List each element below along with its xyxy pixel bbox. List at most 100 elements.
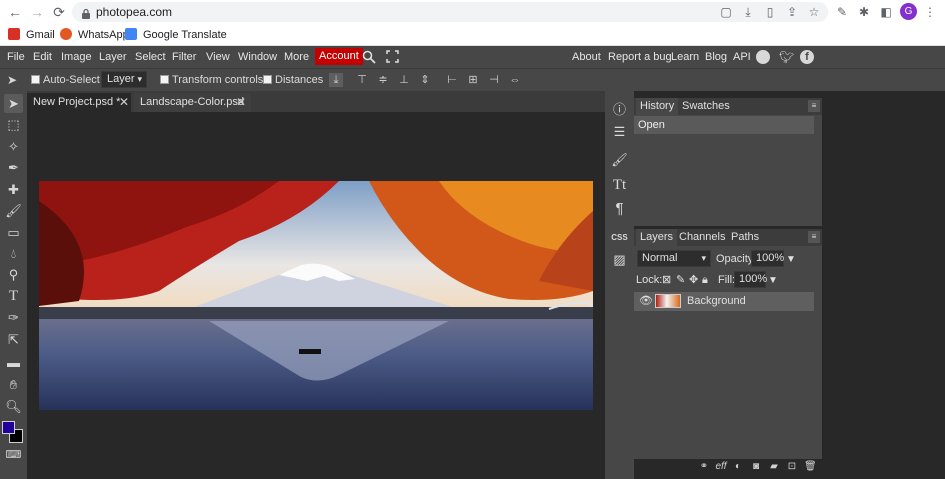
image-icon[interactable]: ▨ [611,251,628,268]
lock-position-icon[interactable]: ✥ [689,274,698,287]
account-button[interactable]: Account [315,48,363,65]
align-top-icon[interactable]: ⊤ [355,73,369,87]
layer-mask-icon[interactable]: ◙ [750,461,762,473]
align-right-icon[interactable]: ⊣ [487,73,501,87]
menu-layer[interactable]: Layer [99,50,127,64]
brush-settings-icon[interactable]: 🖌︎ [611,151,628,168]
link-blog[interactable]: Blog [705,50,727,64]
adjustment-layer-icon[interactable]: ◐ [732,461,744,473]
paragraph-icon[interactable]: ¶ [611,200,628,217]
link-learn[interactable]: Learn [671,50,699,64]
transform-controls-checkbox[interactable] [160,75,169,84]
eyedropper-tool-icon[interactable]: ✒ [4,158,23,177]
menu-edit[interactable]: Edit [33,50,52,64]
keyboard-icon[interactable]: ⌨ [4,446,23,465]
tab-channels[interactable]: Channels [679,231,725,244]
forward-arrow-icon[interactable]: → [28,3,46,21]
align-vcenter-icon[interactable]: ≑ [376,73,390,87]
marquee-tool-icon[interactable]: ⬚ [4,115,23,134]
menu-image[interactable]: Image [61,50,92,64]
menu-file[interactable]: File [7,50,25,64]
lock-all-icon[interactable]: 🔒︎ [702,274,708,287]
align-bottom-icon[interactable]: ⊥ [397,73,411,87]
info-icon[interactable]: ⓘ [611,101,628,118]
layer-select-dropdown[interactable]: Layer ▾ [101,71,147,88]
twitter-icon[interactable]: 🐦︎ [779,50,794,64]
profile-avatar[interactable]: G [900,3,917,20]
blur-tool-icon[interactable]: 💧︎ [4,244,23,263]
path-select-tool-icon[interactable]: ⇱ [4,330,23,349]
bookmark-gmail[interactable]: Gmail [8,27,55,43]
back-arrow-icon[interactable]: ← [6,3,24,21]
search-icon[interactable] [362,50,376,64]
lock-pixels-icon[interactable]: ✎ [676,274,685,287]
new-folder-icon[interactable]: ▰ [768,461,780,473]
share-icon[interactable]: ⇪ [784,4,800,20]
distribute-horizontal-icon[interactable]: ⇔ [508,73,522,87]
zoom-tool-icon[interactable]: 🔍︎ [4,397,23,416]
tab-history[interactable]: History [636,98,679,115]
align-download-icon[interactable]: ⤓ [329,73,343,87]
link-api[interactable]: API [733,50,751,64]
eye-icon[interactable]: 👁︎ [639,295,653,308]
dodge-tool-icon[interactable]: ⚲ [4,265,23,284]
tab-landscape-color[interactable]: Landscape-Color.psd ✕ [134,93,251,112]
shape-tool-icon[interactable]: ▬ [4,353,23,372]
gradient-tool-icon[interactable]: ▭ [4,223,23,242]
hand-tool-icon[interactable]: ✋︎ [4,375,23,394]
extensions-puzzle-icon[interactable]: ✱ [856,4,872,20]
opacity-dropdown-icon[interactable]: ▼ [786,253,796,266]
distances-checkbox[interactable] [263,75,272,84]
auto-select-checkbox[interactable] [31,75,40,84]
tab-layers[interactable]: Layers [636,229,678,246]
align-left-icon[interactable]: ⊢ [445,73,459,87]
type-tool-icon[interactable]: T [4,287,23,306]
side-panel-icon[interactable]: ◧ [878,4,894,20]
tab-new-project[interactable]: New Project.psd * ✕ [27,93,131,112]
link-report-bug[interactable]: Report a bug [608,50,672,64]
eyedropper-extension-icon[interactable]: ✎ [834,4,850,20]
align-hcenter-icon[interactable]: ⊞ [466,73,480,87]
opacity-input[interactable]: 100% [751,250,784,267]
share-page-icon[interactable]: ▢ [718,4,734,20]
layer-row[interactable]: 👁︎ Background [634,292,814,311]
download-icon[interactable]: ⤓ [740,4,756,20]
menu-select[interactable]: Select [135,50,166,64]
fullscreen-icon[interactable] [386,50,399,63]
distribute-vertical-icon[interactable]: ⇕ [418,73,432,87]
panel-menu-icon[interactable]: ≡ [808,100,820,112]
kebab-menu-icon[interactable]: ⋮ [922,4,938,20]
lock-transparency-icon[interactable]: ⊠ [662,274,671,287]
fill-input[interactable]: 100% [734,271,767,288]
delete-layer-icon[interactable]: 🗑︎ [804,461,817,473]
menu-view[interactable]: View [206,50,230,64]
layer-effects-icon[interactable]: eff [715,461,727,473]
address-bar[interactable]: photopea.com [72,2,828,22]
bookmark-google-translate[interactable]: Google Translate [125,27,227,43]
facebook-icon[interactable]: f [800,50,814,64]
tab-swatches[interactable]: Swatches [682,100,730,113]
css-icon[interactable]: CSS [611,229,628,246]
magic-wand-tool-icon[interactable]: ✧ [4,137,23,156]
pen-tool-icon[interactable]: ✑ [4,308,23,327]
blend-mode-dropdown[interactable]: Normal ▾ [637,250,711,267]
new-layer-icon[interactable]: ⊡ [786,461,798,473]
menu-filter[interactable]: Filter [172,50,196,64]
menu-window[interactable]: Window [238,50,277,64]
document-icon[interactable]: ▯ [762,4,778,20]
menu-more[interactable]: More [284,50,309,64]
canvas-image[interactable] [39,181,593,410]
adjustments-icon[interactable]: ☰ [611,123,628,140]
panel-menu-icon[interactable]: ≡ [808,231,820,243]
healing-brush-tool-icon[interactable]: ✚ [4,180,23,199]
link-layers-icon[interactable]: ⚭ [698,461,710,473]
history-entry[interactable]: Open [634,116,814,134]
move-tool-icon[interactable]: ➤ [4,94,23,113]
character-icon[interactable]: Tt [611,177,628,194]
bookmark-whatsapp[interactable]: WhatsApp [60,27,129,43]
brush-tool-icon[interactable]: 🖌︎ [4,201,23,220]
reddit-icon[interactable] [756,50,770,64]
reload-icon[interactable]: ⟳ [50,3,68,21]
close-icon[interactable]: ✕ [119,93,129,112]
bookmark-star-icon[interactable]: ☆ [806,4,822,20]
